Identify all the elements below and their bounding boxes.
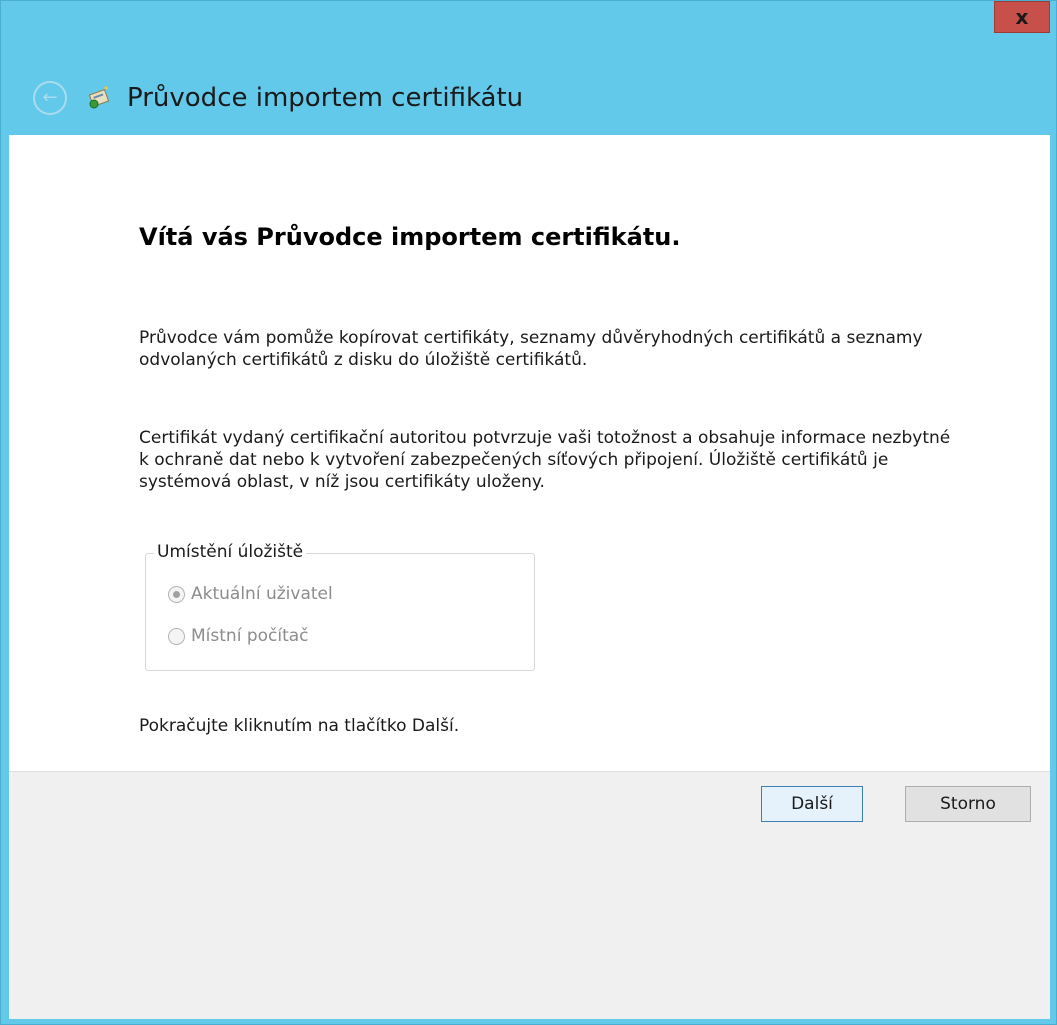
- radio-label: Místní počítač: [191, 626, 309, 646]
- certificate-wizard-icon: [88, 86, 110, 109]
- next-button[interactable]: Další: [761, 786, 863, 822]
- store-location-group: Umístění úložiště Aktuální uživatel Míst…: [145, 542, 535, 671]
- radio-local-machine[interactable]: Místní počítač: [168, 626, 309, 646]
- close-button[interactable]: x: [994, 1, 1050, 33]
- info-paragraph: Certifikát vydaný certifikační autoritou…: [139, 428, 951, 492]
- page-heading: Vítá vás Průvodce importem certifikátu.: [139, 223, 681, 251]
- window-title: Průvodce importem certifikátu: [127, 83, 524, 113]
- store-location-legend: Umístění úložiště: [154, 542, 307, 562]
- radio-circle-checked[interactable]: [168, 585, 185, 603]
- back-arrow-icon[interactable]: ←: [33, 81, 67, 115]
- radio-label: Aktuální uživatel: [191, 584, 333, 604]
- radio-current-user[interactable]: Aktuální uživatel: [168, 584, 333, 604]
- radio-circle[interactable]: [168, 627, 185, 645]
- cancel-button[interactable]: Storno: [905, 786, 1031, 822]
- wizard-content: Vítá vás Průvodce importem certifikátu. …: [9, 135, 1050, 771]
- wizard-footer: Další Storno: [9, 771, 1050, 1019]
- wizard-header: ← Průvodce importem certifikátu: [9, 61, 1048, 135]
- intro-paragraph: Průvodce vám pomůže kopírovat certifikát…: [139, 328, 923, 370]
- wizard-window: x ← Průvodce importem certifikátu Vítá v…: [0, 0, 1057, 1025]
- continue-instruction: Pokračujte kliknutím na tlačítko Další.: [139, 716, 460, 736]
